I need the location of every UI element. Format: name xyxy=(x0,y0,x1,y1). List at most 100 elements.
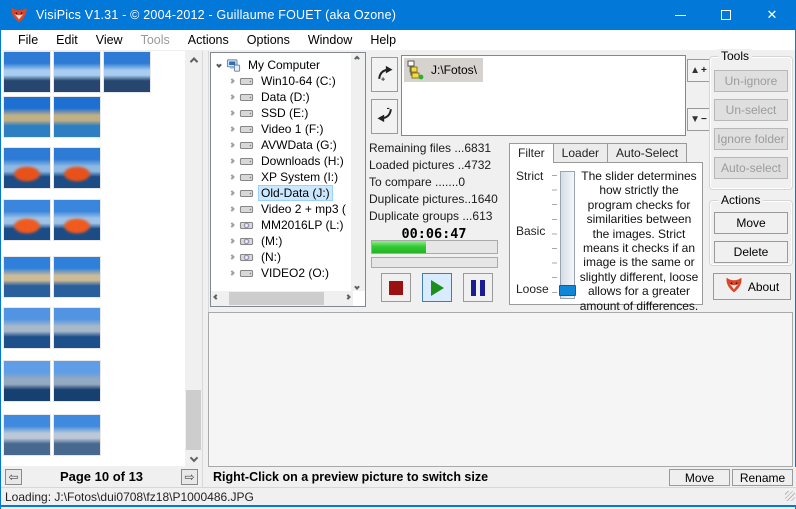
tree-item-label: Win10-64 (C:) xyxy=(261,74,336,88)
menu-item-view[interactable]: View xyxy=(87,31,132,49)
tree-item-video-2-mp3[interactable]: Video 2 + mp3 ( xyxy=(227,201,348,217)
tree-item-video-1-f[interactable]: Video 1 (F:) xyxy=(227,121,325,137)
stop-icon xyxy=(389,280,403,295)
chevron-right-icon[interactable] xyxy=(227,78,237,84)
dock-scene-group xyxy=(1,414,101,456)
menu-item-edit[interactable]: Edit xyxy=(47,31,87,49)
title-bar: VisiPics V1.31 - © 2004-2012 - Guillaume… xyxy=(1,0,795,30)
menu-item-actions[interactable]: Actions xyxy=(179,31,238,49)
thumbnail-image[interactable] xyxy=(53,96,101,138)
tree-item-data-d[interactable]: Data (D:) xyxy=(227,89,312,105)
add-folder-button[interactable]: + xyxy=(371,57,398,92)
chevron-right-icon[interactable] xyxy=(227,222,237,228)
thumbnail-image[interactable] xyxy=(53,51,101,93)
thumbnail-image[interactable] xyxy=(53,414,101,456)
drive-icon xyxy=(239,122,255,136)
scroll-down-icon[interactable] xyxy=(185,449,202,466)
chevron-right-icon[interactable] xyxy=(227,158,237,164)
chevron-right-icon[interactable] xyxy=(227,142,237,148)
about-button[interactable]: About xyxy=(713,273,791,300)
tab-filter[interactable]: Filter xyxy=(509,143,554,163)
move-path-up-button[interactable]: ▲ + xyxy=(687,59,710,82)
tree-vertical-scrollbar[interactable] xyxy=(351,53,365,291)
thumbnail-image[interactable] xyxy=(3,199,51,241)
remove-folder-button[interactable]: - xyxy=(371,99,398,134)
menu-item-options[interactable]: Options xyxy=(238,31,299,49)
tree-item-n[interactable]: (N:) xyxy=(227,249,283,265)
thumbnails-scrollbar[interactable] xyxy=(185,51,202,466)
page-prev-arrow-icon[interactable]: ⇦ xyxy=(5,468,22,485)
slider-thumb[interactable] xyxy=(559,285,576,296)
chevron-right-icon[interactable] xyxy=(227,174,237,180)
menu-item-file[interactable]: File xyxy=(9,31,47,49)
tree-item-my-computer[interactable]: My Computer xyxy=(214,57,322,73)
tree-horizontal-scrollbar[interactable] xyxy=(211,291,353,306)
thumbnail-image[interactable] xyxy=(3,256,51,298)
thumbnail-image[interactable] xyxy=(3,51,51,93)
tree-item-video2-o[interactable]: VIDEO2 (O:) xyxy=(227,265,331,281)
menu-item-window[interactable]: Window xyxy=(299,31,361,49)
chevron-right-icon[interactable] xyxy=(227,270,237,276)
tree-item-label: Video 2 + mp3 ( xyxy=(261,202,346,216)
chevron-right-icon[interactable] xyxy=(227,238,237,244)
chevron-right-icon[interactable] xyxy=(227,94,237,100)
thumbnail-image[interactable] xyxy=(3,96,51,138)
tree-item-m[interactable]: (M:) xyxy=(227,233,284,249)
thumbnail-image[interactable] xyxy=(3,414,51,456)
menu-item-help[interactable]: Help xyxy=(361,31,405,49)
scroll-right-icon[interactable] xyxy=(345,294,351,300)
chevron-right-icon[interactable] xyxy=(227,254,237,260)
strictness-slider[interactable] xyxy=(559,171,576,299)
tree-item-label: XP System (I:) xyxy=(261,170,339,184)
chevron-right-icon[interactable] xyxy=(227,110,237,116)
chevron-right-icon[interactable] xyxy=(227,190,237,196)
path-list-item[interactable]: J:\Fotos\ xyxy=(404,58,484,82)
un-ignore-button: Un-ignore xyxy=(714,70,788,92)
thumbnail-image[interactable] xyxy=(53,256,101,298)
tree-item-downloads-h[interactable]: Downloads (H:) xyxy=(227,153,346,169)
maximize-button[interactable] xyxy=(703,0,749,30)
tree-item-old-data-j[interactable]: Old-Data (J:) xyxy=(227,185,333,201)
tree-item-win10-64-c[interactable]: Win10-64 (C:) xyxy=(227,73,338,89)
scrollbar-thumb[interactable] xyxy=(186,390,201,450)
rename-bottom-button[interactable]: Rename xyxy=(732,469,793,486)
scroll-down-icon[interactable] xyxy=(354,284,360,290)
thumbnail-image[interactable] xyxy=(3,307,51,349)
chevron-right-icon[interactable] xyxy=(227,206,237,212)
thumbnail-image[interactable] xyxy=(53,199,101,241)
filter-description: The slider determines how strictly the p… xyxy=(579,169,699,313)
thumbnail-image[interactable] xyxy=(53,360,101,402)
move-path-down-button[interactable]: ▼ − xyxy=(687,108,710,131)
tree-item-mm2016lp-l[interactable]: MM2016LP (L:) xyxy=(227,217,345,233)
pause-button[interactable] xyxy=(463,273,493,302)
thumbnail-image[interactable] xyxy=(3,147,51,189)
scroll-up-icon[interactable] xyxy=(354,55,360,62)
chevron-right-icon[interactable] xyxy=(227,126,237,132)
page-next-arrow-icon[interactable]: ⇨ xyxy=(180,468,198,485)
thumbnail-image[interactable] xyxy=(3,360,51,402)
cd-drive-icon xyxy=(239,250,255,264)
play-button[interactable] xyxy=(422,273,452,302)
close-button[interactable]: ✕ xyxy=(749,0,795,30)
thumbnail-image[interactable] xyxy=(53,307,101,349)
chevron-down-icon[interactable] xyxy=(214,62,224,68)
scroll-up-icon[interactable] xyxy=(185,51,202,68)
tab-loader[interactable]: Loader xyxy=(552,143,609,162)
computer-icon xyxy=(226,58,242,72)
tree-item-ssd-e[interactable]: SSD (E:) xyxy=(227,105,310,121)
delete-button[interactable]: Delete xyxy=(714,241,788,263)
scrollbar-thumb[interactable] xyxy=(229,292,324,305)
scroll-left-icon[interactable] xyxy=(213,294,219,300)
resize-grip-icon[interactable] xyxy=(785,491,795,501)
move-button[interactable]: Move xyxy=(714,212,788,234)
thumbnail-image[interactable] xyxy=(103,51,151,93)
minimize-button[interactable] xyxy=(657,0,703,30)
thumbnail-image[interactable] xyxy=(53,147,101,189)
orange-buoy-group xyxy=(1,199,101,241)
move-bottom-button[interactable]: Move xyxy=(669,469,730,486)
source-folders-list[interactable]: J:\Fotos\ xyxy=(401,55,686,136)
tree-item-xp-system-i[interactable]: XP System (I:) xyxy=(227,169,340,185)
tab-auto-select[interactable]: Auto-Select xyxy=(607,143,688,162)
stop-button[interactable] xyxy=(381,273,411,302)
tree-item-avwdata-g[interactable]: AVWData (G:) xyxy=(227,137,339,153)
